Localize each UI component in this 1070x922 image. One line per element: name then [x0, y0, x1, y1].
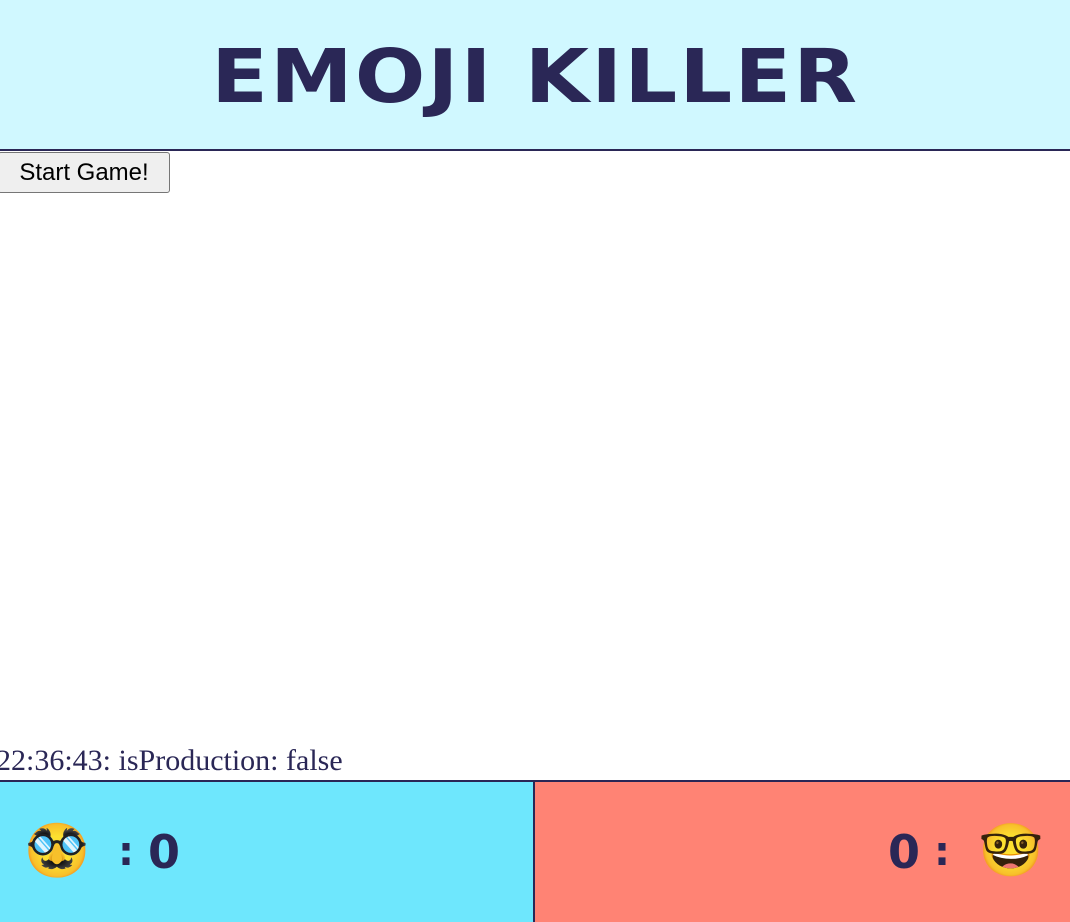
log-message: isProduction: false	[118, 744, 343, 777]
nerd-face-icon: 🤓	[978, 823, 1044, 880]
player-one-score-value: 0	[148, 825, 181, 879]
player-two-score: 0 :	[888, 829, 964, 875]
player-one-panel: 🥸 : 0	[0, 782, 535, 922]
game-header: EMOJI KILLER	[0, 0, 1070, 151]
debug-log-line: 22:36:43: isProduction: false	[0, 742, 343, 780]
start-game-button[interactable]: Start Game!	[0, 152, 170, 193]
disguised-face-icon: 🥸	[24, 823, 90, 880]
player-two-score-value: 0	[887, 825, 920, 879]
score-colon: :	[934, 829, 950, 875]
log-timestamp: 22:36:43	[0, 744, 103, 777]
player-one-score: : 0	[104, 829, 180, 875]
scoreboard: 🥸 : 0 0 : 🤓	[0, 780, 1070, 922]
log-separator: :	[102, 744, 119, 777]
player-two-panel: 0 : 🤓	[535, 782, 1070, 922]
game-title: EMOJI KILLER	[210, 33, 860, 120]
score-colon: :	[118, 829, 134, 875]
